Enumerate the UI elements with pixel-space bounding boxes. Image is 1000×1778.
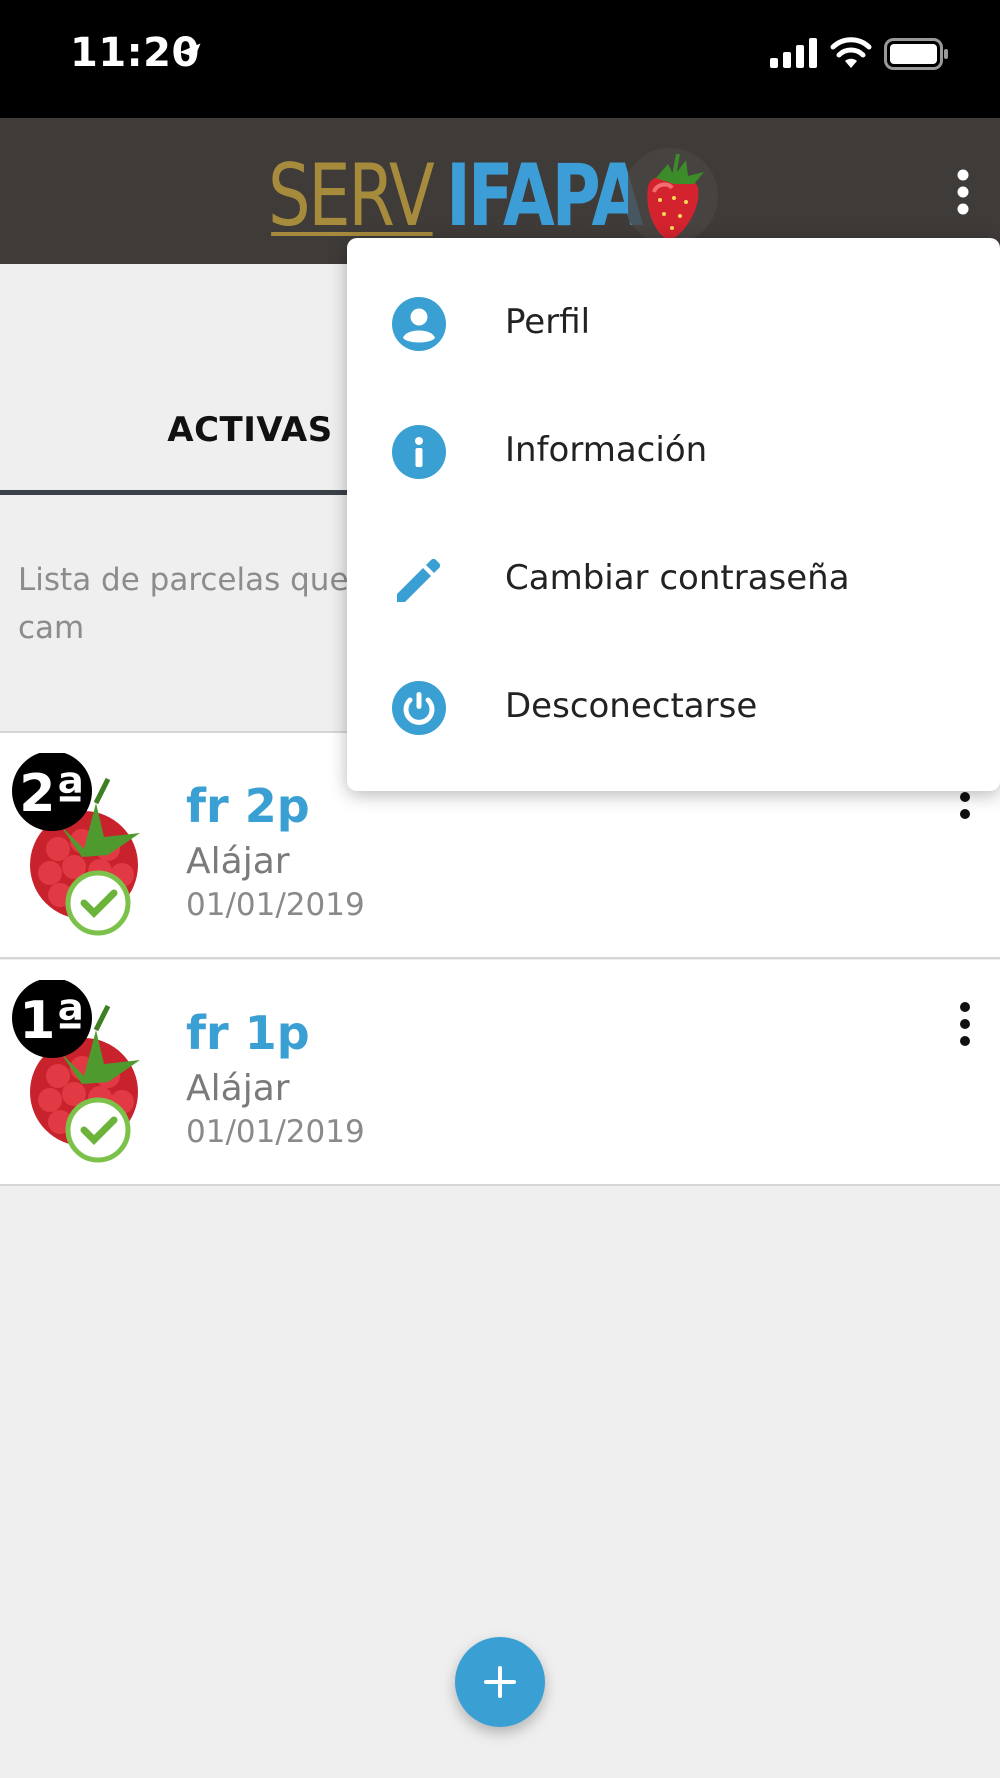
menu-item-informacion[interactable]: Información	[347, 388, 1000, 516]
more-vertical-icon[interactable]	[952, 1000, 978, 1048]
list-item-badge: 2ª	[19, 764, 85, 824]
list-item-date: 01/01/2019	[186, 887, 365, 923]
app-logo: SERV IFAPA	[268, 140, 728, 250]
list-item-location: Alájar	[186, 841, 290, 882]
logo-text-serv: SERV	[268, 146, 435, 246]
menu-item-label: Cambiar contraseña	[505, 558, 850, 598]
power-icon	[392, 681, 446, 735]
location-arrow-icon	[179, 43, 201, 65]
menu-item-label: Desconectarse	[505, 686, 758, 726]
raspberry-check-icon: 1ª	[12, 978, 162, 1170]
menu-item-cambiar-contrasena[interactable]: Cambiar contraseña	[347, 516, 1000, 644]
menu-item-label: Perfil	[505, 302, 591, 342]
menu-item-desconectarse[interactable]: Desconectarse	[347, 644, 1000, 772]
wifi-icon	[830, 37, 872, 68]
more-vertical-icon[interactable]	[948, 168, 978, 216]
logo-text-ifapa: IFAPA	[446, 146, 643, 246]
status-bar: 11:20	[0, 0, 1000, 118]
overflow-menu: Perfil Información Cambiar contraseña De…	[347, 238, 1000, 791]
menu-item-perfil[interactable]: Perfil	[347, 260, 1000, 388]
add-button[interactable]	[455, 1637, 545, 1727]
battery-icon	[884, 38, 948, 70]
plus-icon	[484, 1666, 516, 1698]
raspberry-check-icon: 2ª	[12, 751, 162, 943]
list-item-location: Alájar	[186, 1068, 290, 1109]
user-circle-icon	[392, 297, 446, 351]
strawberry-logo-icon	[628, 148, 718, 244]
cellular-signal-icon	[770, 38, 817, 68]
menu-item-label: Información	[505, 430, 708, 470]
pencil-icon	[397, 558, 441, 602]
list-item-date: 01/01/2019	[186, 1114, 365, 1150]
list-item[interactable]: 1ª fr 1p Alájar 01/01/2019	[0, 960, 1000, 1186]
list-item-badge: 1ª	[19, 991, 85, 1051]
list-item-title: fr 2p	[186, 779, 310, 833]
info-circle-icon	[392, 425, 446, 479]
list-item-title: fr 1p	[186, 1006, 310, 1060]
